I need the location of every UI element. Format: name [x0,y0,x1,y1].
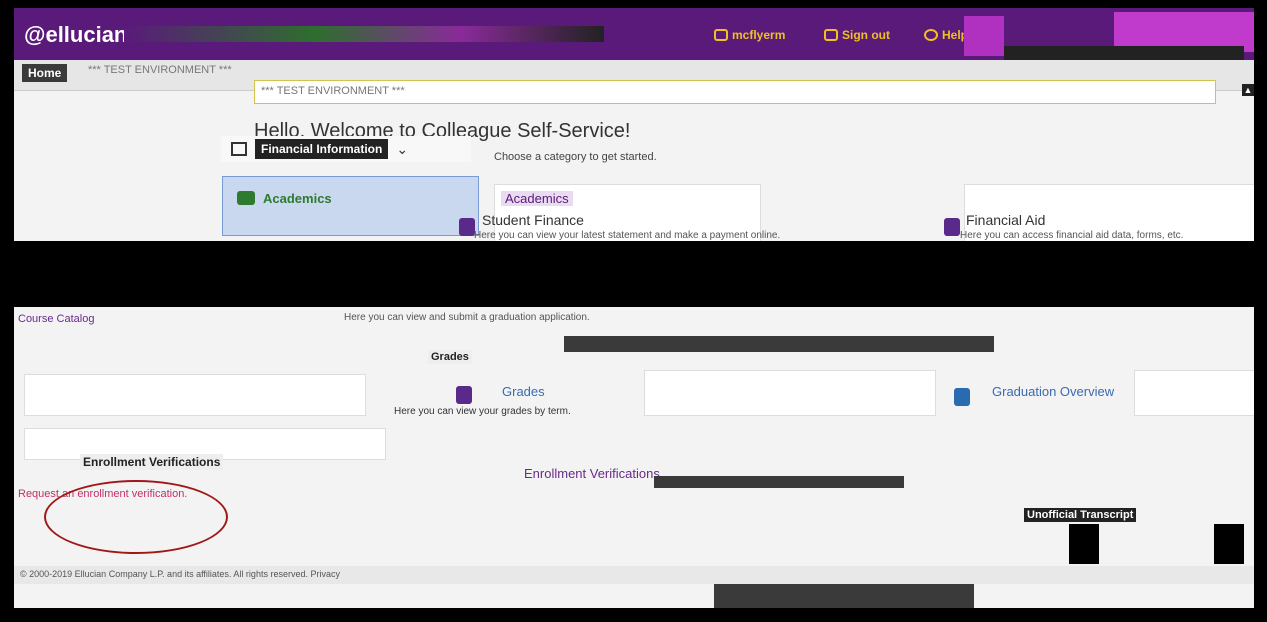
environment-banner: *** TEST ENVIRONMENT *** [254,80,1216,104]
footer: © 2000-2019 Ellucian Company L.P. and it… [14,566,1254,584]
header-deco-1 [964,16,1004,56]
panel-left [24,374,366,416]
academics-desc: Here you can view and submit a graduatio… [344,312,590,323]
redaction-block-1 [564,336,994,352]
help-link[interactable]: Help [924,28,968,42]
redaction-block-5 [714,584,974,608]
env-text: *** TEST ENVIRONMENT *** [88,64,232,76]
student-finance-label[interactable]: Student Finance [482,212,584,228]
redaction-block-3 [1069,524,1099,564]
card-academics-label: Academics [501,191,573,206]
menu-financial-information[interactable]: Financial Information ⌄ [221,136,471,162]
page-subtitle: Choose a category to get started. [494,151,657,163]
grades-link[interactable]: Grades [502,384,545,399]
enrollment-heading: Enrollment Verifications [80,454,224,470]
financial-aid-desc: Here you can access financial aid data, … [960,230,1184,241]
graduation-icon [954,388,970,406]
student-finance-icon [459,218,475,236]
student-finance-desc: Here you can view your latest statement … [474,230,781,241]
env-banner-text: *** TEST ENVIRONMENT *** [261,85,405,97]
financial-aid-label[interactable]: Financial Aid [966,212,1045,228]
grades-heading: Grades [428,350,472,364]
chevron-down-icon: ⌄ [396,140,409,157]
unofficial-transcript-label[interactable]: Unofficial Transcript [1024,508,1137,522]
ellucian-logo: @ellucian. [24,22,134,47]
home-link[interactable]: Home [22,64,68,82]
sign-out-icon [824,29,838,41]
bank-icon [231,142,247,156]
menu-academics-label: Academics [263,191,332,206]
app-frame: @ellucian. mcflyerm Sign out Help Home *… [14,8,1254,608]
course-catalog-link[interactable]: Course Catalog [18,313,94,325]
user-icon [714,29,728,41]
logo-decoration [124,26,604,42]
sign-out-link[interactable]: Sign out [824,28,890,42]
footer-text: © 2000-2019 Ellucian Company L.P. and it… [20,569,340,579]
help-icon [924,29,938,41]
user-name: mcflyerm [732,28,786,42]
sign-out-label: Sign out [842,28,890,42]
graduation-overview-link[interactable]: Graduation Overview [992,384,1114,399]
top-header: @ellucian. mcflyerm Sign out Help [14,8,1254,68]
redaction-block-4 [1214,524,1244,564]
academics-icon [237,191,255,205]
highlight-circle [44,480,228,554]
menu-academics[interactable]: Academics [222,176,479,236]
enrollment-verifications-link[interactable]: Enrollment Verifications [524,466,660,481]
grades-desc: Here you can view your grades by term. [394,406,571,417]
redaction-block-2 [654,476,904,488]
menu-financial-label: Financial Information [255,139,389,159]
scroll-up-icon[interactable]: ▲ [1242,84,1254,96]
panel-right [1134,370,1254,416]
user-link[interactable]: mcflyerm [714,28,785,42]
financial-aid-icon [944,218,960,236]
redaction-bar [14,241,1254,307]
grades-icon [456,386,472,404]
